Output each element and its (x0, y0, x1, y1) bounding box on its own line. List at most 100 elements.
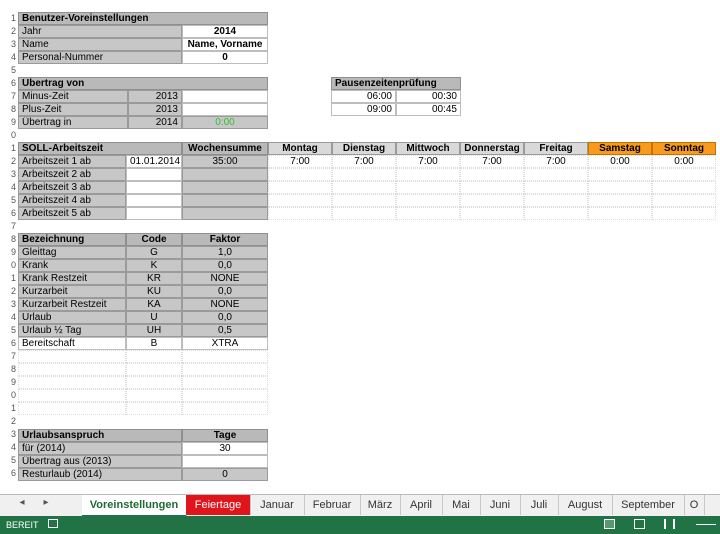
normal-view-icon[interactable] (604, 519, 615, 529)
code-code: KU (126, 285, 182, 298)
soll-day-cell[interactable] (588, 207, 652, 220)
code-name-empty[interactable] (18, 402, 126, 415)
soll-row-date[interactable] (126, 207, 182, 220)
sheet-tab[interactable]: Voreinstellungen (82, 495, 187, 518)
code-factor[interactable]: XTRA (182, 337, 268, 350)
soll-day-cell[interactable] (524, 168, 588, 181)
soll-day-cell[interactable] (268, 181, 332, 194)
sheet-tab[interactable]: Januar (250, 495, 305, 515)
soll-row-date[interactable]: 01.01.2014 (126, 155, 182, 168)
soll-row-label: Arbeitszeit 2 ab (18, 168, 126, 181)
code-factor-empty[interactable] (182, 376, 268, 389)
soll-day-cell[interactable] (460, 207, 524, 220)
soll-day-cell[interactable]: 7:00 (268, 155, 332, 168)
soll-day-cell[interactable] (396, 168, 460, 181)
sheet-tab[interactable]: August (558, 495, 613, 515)
sheet-tab[interactable]: Februar (304, 495, 361, 515)
vacation-value-carry[interactable] (182, 455, 268, 468)
soll-day-cell[interactable] (332, 194, 396, 207)
pause-duration-1[interactable]: 00:30 (396, 90, 461, 103)
soll-day-cell[interactable] (332, 207, 396, 220)
soll-day-cell[interactable] (588, 181, 652, 194)
soll-row-label: Arbeitszeit 1 ab (18, 155, 126, 168)
settings-value-personal-number[interactable]: 0 (182, 51, 268, 64)
soll-day-cell[interactable]: 0:00 (588, 155, 652, 168)
sheet-tab[interactable]: O (684, 495, 705, 515)
row-header: 3 (10, 299, 16, 309)
soll-day-cell[interactable]: 7:00 (524, 155, 588, 168)
sheet-tab[interactable]: Juli (520, 495, 559, 515)
pause-duration-2[interactable]: 00:45 (396, 103, 461, 116)
code-name[interactable]: Bereitschaft (18, 337, 126, 350)
soll-row-date[interactable] (126, 168, 182, 181)
soll-day-cell[interactable] (524, 194, 588, 207)
sheet-tab[interactable]: Juni (480, 495, 521, 515)
soll-day-cell[interactable] (460, 168, 524, 181)
top-strip (0, 0, 720, 10)
code-code-empty[interactable] (126, 402, 182, 415)
code-code-empty[interactable] (126, 363, 182, 376)
pause-threshold-1[interactable]: 06:00 (331, 90, 396, 103)
code-code[interactable]: B (126, 337, 182, 350)
soll-day-cell[interactable] (332, 181, 396, 194)
sheet-tab[interactable]: Feiertage (186, 495, 251, 515)
soll-day-cell[interactable] (268, 168, 332, 181)
soll-day-cell[interactable]: 7:00 (460, 155, 524, 168)
page-layout-view-icon[interactable] (634, 519, 645, 529)
sheet-tab[interactable]: September (612, 495, 685, 515)
soll-day-cell[interactable] (652, 194, 716, 207)
soll-day-cell[interactable] (332, 168, 396, 181)
soll-day-cell[interactable] (460, 194, 524, 207)
row-header: 8 (10, 364, 16, 374)
spreadsheet-grid[interactable]: 1 2 3 4 5 6 7 8 9 0 1 2 3 4 5 6 7 8 9 0 1 2 3 4 5 6 7 8 9 0 1 2 3 4 5 6 Ben… (0, 10, 720, 494)
row-header: 5 (10, 65, 16, 75)
code-name-empty[interactable] (18, 376, 126, 389)
code-name-empty[interactable] (18, 350, 126, 363)
soll-day-cell[interactable] (652, 181, 716, 194)
soll-day-cell[interactable]: 0:00 (652, 155, 716, 168)
code-name: Urlaub (18, 311, 126, 324)
soll-day-cell[interactable]: 7:00 (396, 155, 460, 168)
code-factor-empty[interactable] (182, 402, 268, 415)
code-code-empty[interactable] (126, 376, 182, 389)
sheet-tab[interactable]: Mai (442, 495, 481, 515)
soll-day-cell[interactable] (460, 181, 524, 194)
soll-row-date[interactable] (126, 181, 182, 194)
macro-record-icon[interactable] (48, 519, 58, 528)
soll-day-cell[interactable]: 7:00 (332, 155, 396, 168)
carry-value-minus[interactable] (182, 90, 268, 103)
code-code-empty[interactable] (126, 389, 182, 402)
soll-day-cell[interactable] (268, 194, 332, 207)
vacation-value-entitlement[interactable]: 30 (182, 442, 268, 455)
soll-day-cell[interactable] (396, 194, 460, 207)
pause-threshold-2[interactable]: 09:00 (331, 103, 396, 116)
soll-row-date[interactable] (126, 194, 182, 207)
tab-scroll-left-icon[interactable]: ◂ (16, 497, 28, 508)
code-factor-empty[interactable] (182, 363, 268, 376)
code-code-empty[interactable] (126, 350, 182, 363)
settings-value-name[interactable]: Name, Vorname (182, 38, 268, 51)
tab-scroll-right-icon[interactable]: ▸ (40, 497, 52, 508)
code-name-empty[interactable] (18, 363, 126, 376)
row-header: 3 (10, 39, 16, 49)
code-factor-empty[interactable] (182, 389, 268, 402)
carry-value-plus[interactable] (182, 103, 268, 116)
soll-day-cell[interactable] (524, 181, 588, 194)
zoom-slider[interactable] (696, 524, 716, 525)
soll-day-cell[interactable] (652, 168, 716, 181)
soll-day-cell[interactable] (396, 181, 460, 194)
sheet-tab[interactable]: April (400, 495, 443, 515)
code-name-empty[interactable] (18, 389, 126, 402)
sheet-tab[interactable]: März (360, 495, 401, 515)
soll-day-cell[interactable] (524, 207, 588, 220)
page-break-view-icon[interactable] (664, 519, 675, 529)
code-factor-empty[interactable] (182, 350, 268, 363)
soll-day-cell[interactable] (396, 207, 460, 220)
code-code: K (126, 259, 182, 272)
row-header: 1 (10, 143, 16, 153)
settings-value-year[interactable]: 2014 (182, 25, 268, 38)
soll-day-cell[interactable] (588, 194, 652, 207)
soll-day-cell[interactable] (652, 207, 716, 220)
soll-day-cell[interactable] (268, 207, 332, 220)
soll-day-cell[interactable] (588, 168, 652, 181)
